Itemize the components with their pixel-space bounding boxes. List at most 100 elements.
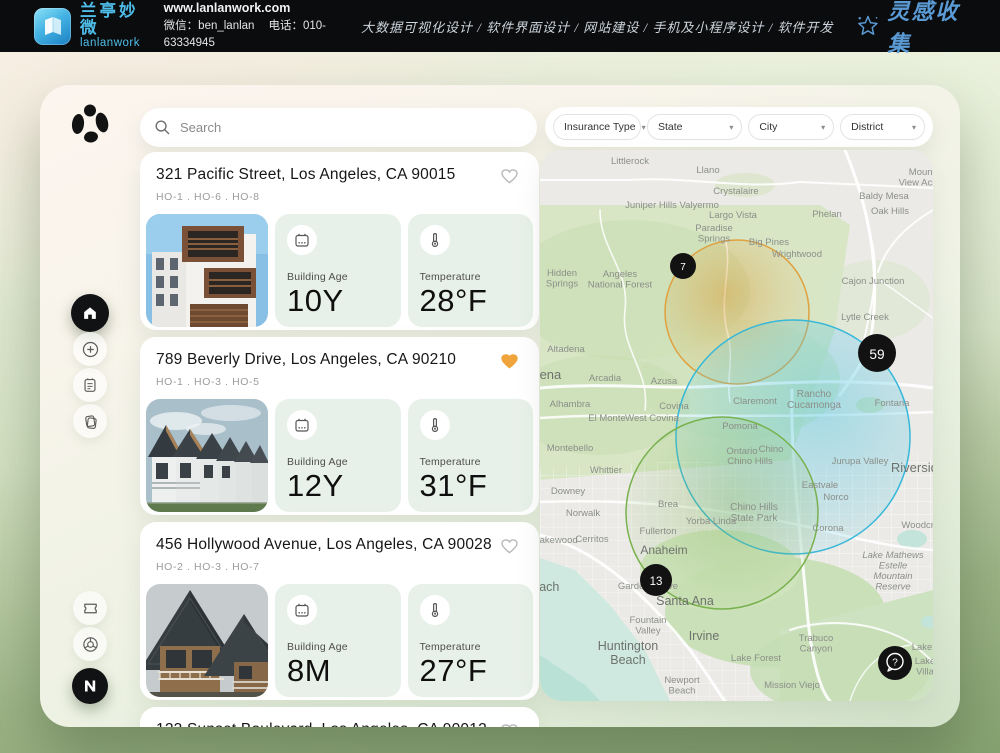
building-age-value: 8M [287, 655, 389, 686]
map-place-label: Chino HillsState Park [730, 502, 778, 524]
nav-add-button[interactable] [73, 332, 107, 366]
map-place-label: Corona [812, 523, 844, 534]
policy-codes: HO-2 . HO-3 . HO-7 [146, 554, 533, 573]
property-address: 321 Pacific Street, Los Angeles, CA 9001… [146, 164, 533, 184]
map-place-label: Arcadia [589, 373, 622, 384]
blob-logo-icon [70, 103, 110, 143]
svg-text:?: ? [892, 658, 898, 669]
map-place-label: Santa Ana [656, 594, 714, 608]
chevron-down-icon: ▾ [642, 123, 646, 132]
map-place-label: Phelan [812, 209, 842, 220]
property-card[interactable]: 456 Hollywood Avenue, Los Angeles, CA 90… [140, 522, 539, 700]
map-place-label: Juniper Hills Valyermo [625, 200, 719, 211]
collection-logo: 灵感收集 [855, 0, 970, 58]
building-age-value: 12Y [287, 470, 389, 501]
map-place-label: Wrightwood [772, 249, 822, 260]
map-place-label: Mission Viejo [764, 680, 820, 691]
townhouses-image [146, 399, 268, 512]
property-card[interactable]: 789 Beverly Drive, Los Angeles, CA 90210… [140, 337, 539, 515]
map-place-label: HiddenSprings [546, 268, 578, 290]
insurance-type-dropdown[interactable]: Insurance Type ▾ [553, 114, 641, 140]
favorite-button[interactable] [500, 353, 519, 370]
search-bar[interactable] [140, 108, 537, 147]
map-place-label: Lakewood [540, 535, 578, 546]
top-banner: 兰亭妙微 lanlanwork www.lanlanwork.com 微信：be… [0, 0, 1000, 52]
map-place-label: NewportBeach [664, 675, 700, 697]
map-place-label: Crystalaire [713, 186, 758, 197]
map-place-label: Brea [658, 499, 679, 510]
map-help-button[interactable]: ? [878, 646, 912, 680]
chalet-image [146, 584, 268, 697]
ticket-icon [81, 599, 100, 618]
map-place-label: ParadiseSprings [695, 223, 733, 245]
map-cluster-badge[interactable]: 7 [670, 253, 696, 279]
property-card[interactable]: 321 Pacific Street, Los Angeles, CA 9001… [140, 152, 539, 330]
lanlanwork-logo-icon [34, 8, 71, 45]
calendar-icon [287, 595, 317, 625]
home-icon [80, 303, 100, 323]
map-place-label: Whittier [590, 465, 622, 476]
map-place-label: Montebello [547, 443, 593, 454]
city-label: City [759, 121, 777, 133]
temperature-label: Temperature [420, 271, 522, 283]
property-photo [146, 214, 268, 327]
map-place-label: Covina [659, 401, 689, 412]
svg-text:13: 13 [650, 576, 663, 588]
app-logo [70, 103, 110, 143]
nav-copies-button[interactable] [73, 404, 107, 438]
thermometer-icon [420, 410, 450, 440]
district-dropdown[interactable]: District ▾ [840, 114, 925, 140]
nav-support-button[interactable] [73, 627, 107, 661]
map-place-label: Oak Hills [871, 206, 909, 217]
map-place-label: Claremont [733, 396, 777, 407]
calendar-icon [287, 410, 317, 440]
plus-circle-icon [81, 340, 100, 359]
nav-home-button[interactable] [71, 294, 109, 332]
calendar-icon [287, 225, 317, 255]
dashboard-window: 321 Pacific Street, Los Angeles, CA 9001… [40, 85, 960, 727]
map-place-label: Irvine [689, 629, 720, 643]
search-input[interactable] [180, 120, 480, 135]
temperature-tile: Temperature 28°F [408, 214, 534, 327]
nav-notes-button[interactable] [73, 368, 107, 402]
property-address: 789 Beverly Drive, Los Angeles, CA 90210 [146, 349, 533, 369]
brand-name-en: lanlanwork [80, 37, 148, 49]
property-card[interactable]: 123 Sunset Boulevard, Los Angeles, CA 90… [140, 707, 539, 727]
map-place-label: Largo Vista [709, 210, 758, 221]
profile-logo-button[interactable] [72, 668, 108, 704]
map-panel[interactable]: LittlerockLlanoCrystalaireJuniper Hills … [540, 150, 933, 701]
favorite-button[interactable] [500, 538, 519, 555]
book-icon [41, 14, 65, 38]
temperature-value: 28°F [420, 285, 522, 316]
favorite-button[interactable] [500, 723, 519, 727]
temperature-tile: Temperature 31°F [408, 399, 534, 512]
property-photo [146, 399, 268, 512]
thermometer-icon [420, 225, 450, 255]
nav-tickets-button[interactable] [73, 591, 107, 625]
chevron-down-icon: ▾ [912, 123, 916, 132]
map-filter-bar: Insurance Type ▾ State ▾ City ▾ District… [545, 107, 933, 147]
district-label: District [851, 121, 883, 133]
map-place-label: Riverside [891, 460, 933, 475]
map-place-label: El Monte [588, 413, 626, 424]
favorite-button[interactable] [500, 168, 519, 185]
state-dropdown[interactable]: State ▾ [647, 114, 742, 140]
map-place-label: Yorba Linda [686, 516, 737, 527]
svg-text:59: 59 [869, 347, 884, 362]
clipboard-icon [81, 376, 99, 394]
building-age-label: Building Age [287, 641, 389, 653]
wechat-text: 微信：ben_lanlan [164, 20, 255, 32]
city-dropdown[interactable]: City ▾ [748, 114, 834, 140]
svg-text:7: 7 [680, 262, 686, 273]
map-cluster-badge[interactable]: 13 [640, 564, 672, 596]
map-place-label: Anaheim [640, 543, 687, 557]
modern-building-image [146, 214, 268, 327]
temperature-tile: Temperature 27°F [408, 584, 534, 697]
property-list: 321 Pacific Street, Los Angeles, CA 9001… [140, 152, 539, 727]
map-place-label: Azusa [651, 376, 678, 387]
map-canvas[interactable]: LittlerockLlanoCrystalaireJuniper Hills … [540, 150, 933, 701]
building-age-label: Building Age [287, 456, 389, 468]
building-age-label: Building Age [287, 271, 389, 283]
map-cluster-badge[interactable]: 59 [858, 334, 896, 372]
temperature-value: 31°F [420, 470, 522, 501]
